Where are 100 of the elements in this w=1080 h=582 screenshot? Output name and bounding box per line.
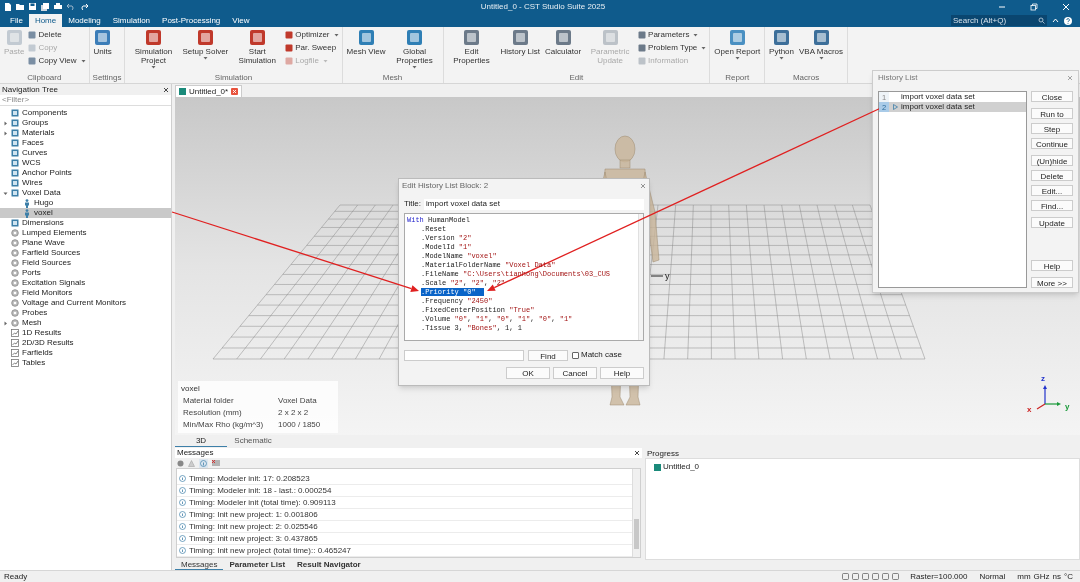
- window-title: Untitled_0 - CST Studio Suite 2025: [480, 0, 606, 13]
- ribbon-tab[interactable]: Simulation: [106, 14, 157, 27]
- message-text: Timing: Modeler init (total time): 0.909113: [189, 496, 336, 509]
- tree-item[interactable]: Lumped Elements: [0, 228, 171, 238]
- status-text: Ready: [4, 570, 28, 582]
- dialog-button[interactable]: OK: [506, 367, 550, 379]
- unit-text: °C: [1064, 570, 1073, 582]
- ribbon-tab[interactable]: File: [4, 14, 29, 27]
- group-label: Settings: [92, 73, 122, 83]
- tree-item[interactable]: Voxel Data: [0, 188, 171, 198]
- ribbon-button[interactable]: Start Simulation: [232, 29, 283, 65]
- panel-tab[interactable]: Parameter List: [223, 558, 292, 570]
- tree-item[interactable]: Dimensions: [0, 218, 171, 228]
- dialog-button[interactable]: Update: [1031, 217, 1073, 228]
- filter-field[interactable]: <Filter>: [0, 95, 171, 106]
- field-label: Title:: [404, 198, 422, 210]
- dialog-button[interactable]: Continue: [1031, 138, 1073, 149]
- ribbon-button[interactable]: Mesh View: [345, 29, 387, 56]
- tree-item[interactable]: Farfields: [0, 348, 171, 358]
- panel-tab[interactable]: Result Navigator: [291, 558, 367, 570]
- message-text: Timing: Modeler init: 17: 0.208523: [189, 472, 310, 485]
- status-text: Normal: [979, 570, 1006, 582]
- find-button[interactable]: Find: [528, 349, 568, 361]
- tree-item[interactable]: Wires: [0, 178, 171, 188]
- ribbon-button[interactable]: Problem Type: [638, 42, 707, 53]
- dialog-button[interactable]: Find...: [1031, 200, 1073, 211]
- group-label: Report: [724, 73, 751, 83]
- search-field[interactable]: Search (Alt+Q): [951, 15, 1047, 26]
- ribbon-tab[interactable]: Home: [28, 14, 63, 27]
- tree-item[interactable]: Field Monitors: [0, 288, 171, 298]
- tree-item[interactable]: Curves: [0, 148, 171, 158]
- dialog-button[interactable]: Delete: [1031, 170, 1073, 181]
- ribbon-tab[interactable]: Post-Processing: [156, 14, 227, 27]
- tree-item[interactable]: WCS: [0, 158, 171, 168]
- tree-item[interactable]: voxel: [0, 208, 171, 218]
- message-text: Timing: Init new project: 1: 0.001806: [189, 508, 318, 521]
- unit-text: GHz: [1033, 570, 1050, 582]
- tree-item[interactable]: Components: [0, 108, 171, 118]
- dialog-button[interactable]: Step: [1031, 123, 1073, 134]
- ribbon-button[interactable]: Delete: [28, 29, 86, 40]
- match-case-checkbox[interactable]: Match case: [572, 349, 622, 361]
- dialog-button[interactable]: (Un)hide: [1031, 155, 1073, 166]
- document-tab[interactable]: Untitled_0*: [175, 85, 243, 97]
- tree-item[interactable]: Plane Wave: [0, 238, 171, 248]
- dialog-button[interactable]: Close: [1031, 91, 1073, 102]
- tree-item[interactable]: Farfield Sources: [0, 248, 171, 258]
- ribbon-button[interactable]: Open Report: [713, 29, 762, 60]
- tree-item[interactable]: Excitation Signals: [0, 278, 171, 288]
- ribbon-button[interactable]: Copy View: [28, 55, 86, 66]
- info-label: Material folder: [183, 395, 235, 407]
- tree-item[interactable]: Tables: [0, 358, 171, 368]
- ribbon-button[interactable]: Simulation Project: [128, 29, 179, 69]
- ribbon-button[interactable]: VBA Macros: [798, 29, 845, 60]
- unit-text: ns: [1052, 570, 1061, 582]
- dialog-button[interactable]: Run to: [1031, 108, 1073, 119]
- tree-item[interactable]: Mesh: [0, 318, 171, 328]
- tree-item[interactable]: Anchor Points: [0, 168, 171, 178]
- ribbon-button[interactable]: Parameters: [638, 29, 707, 40]
- viewport-mode-tab[interactable]: 3D: [175, 435, 227, 447]
- ribbon-button[interactable]: Optimizer: [285, 29, 339, 40]
- axis-label: y: [1065, 401, 1070, 413]
- dialog-button[interactable]: Help: [1031, 260, 1073, 271]
- ribbon-button[interactable]: Python: [768, 29, 795, 60]
- ribbon-tab[interactable]: Modeling: [62, 14, 107, 27]
- axis-label: z: [1041, 373, 1045, 385]
- dialog-button[interactable]: Edit...: [1031, 185, 1073, 196]
- tree-item[interactable]: Materials: [0, 128, 171, 138]
- tree-item[interactable]: Voltage and Current Monitors: [0, 298, 171, 308]
- panel-title: Progress: [646, 448, 680, 458]
- dialog-button[interactable]: Cancel: [553, 367, 597, 379]
- ribbon-button[interactable]: Setup Solver: [181, 29, 230, 60]
- info-label: Resolution (mm): [183, 407, 243, 419]
- dialog-title: Edit History List Block: 2: [402, 180, 489, 192]
- dialog-title: History List: [878, 72, 918, 84]
- group-label: Simulation: [213, 73, 254, 83]
- ribbon-tab[interactable]: View: [226, 14, 256, 27]
- tree-item[interactable]: 1D Results: [0, 328, 171, 338]
- panel-tab[interactable]: Messages: [175, 558, 224, 570]
- info-value: 1000 / 1850: [278, 419, 321, 431]
- tree-item[interactable]: Ports: [0, 268, 171, 278]
- ribbon-button[interactable]: Edit Properties: [446, 29, 497, 65]
- info-value: 2 x 2 x 2: [278, 407, 309, 419]
- ribbon-button[interactable]: History List: [499, 29, 542, 56]
- ribbon-button[interactable]: Units: [92, 29, 113, 56]
- tree-item[interactable]: Hugo: [0, 198, 171, 208]
- dialog-button[interactable]: Help: [600, 367, 644, 379]
- dialog-button[interactable]: More >>: [1031, 277, 1073, 288]
- ribbon-button[interactable]: Calculator: [544, 29, 583, 56]
- viewport-mode-tab[interactable]: Schematic: [227, 435, 279, 447]
- title-field[interactable]: import voxel data set: [424, 198, 644, 210]
- ribbon-button[interactable]: Global Properties: [389, 29, 440, 69]
- panel-title: Navigation Tree: [2, 83, 59, 96]
- tree-item[interactable]: 2D/3D Results: [0, 338, 171, 348]
- ribbon-button[interactable]: Par. Sweep: [285, 42, 339, 53]
- tree-item[interactable]: Faces: [0, 138, 171, 148]
- tree-item[interactable]: Groups: [0, 118, 171, 128]
- tree-item[interactable]: Probes: [0, 308, 171, 318]
- tree-item[interactable]: Field Sources: [0, 258, 171, 268]
- group-label: Edit: [568, 73, 585, 83]
- message-text: Timing: Modeler init: 18 - last.: 0.000254: [189, 484, 332, 497]
